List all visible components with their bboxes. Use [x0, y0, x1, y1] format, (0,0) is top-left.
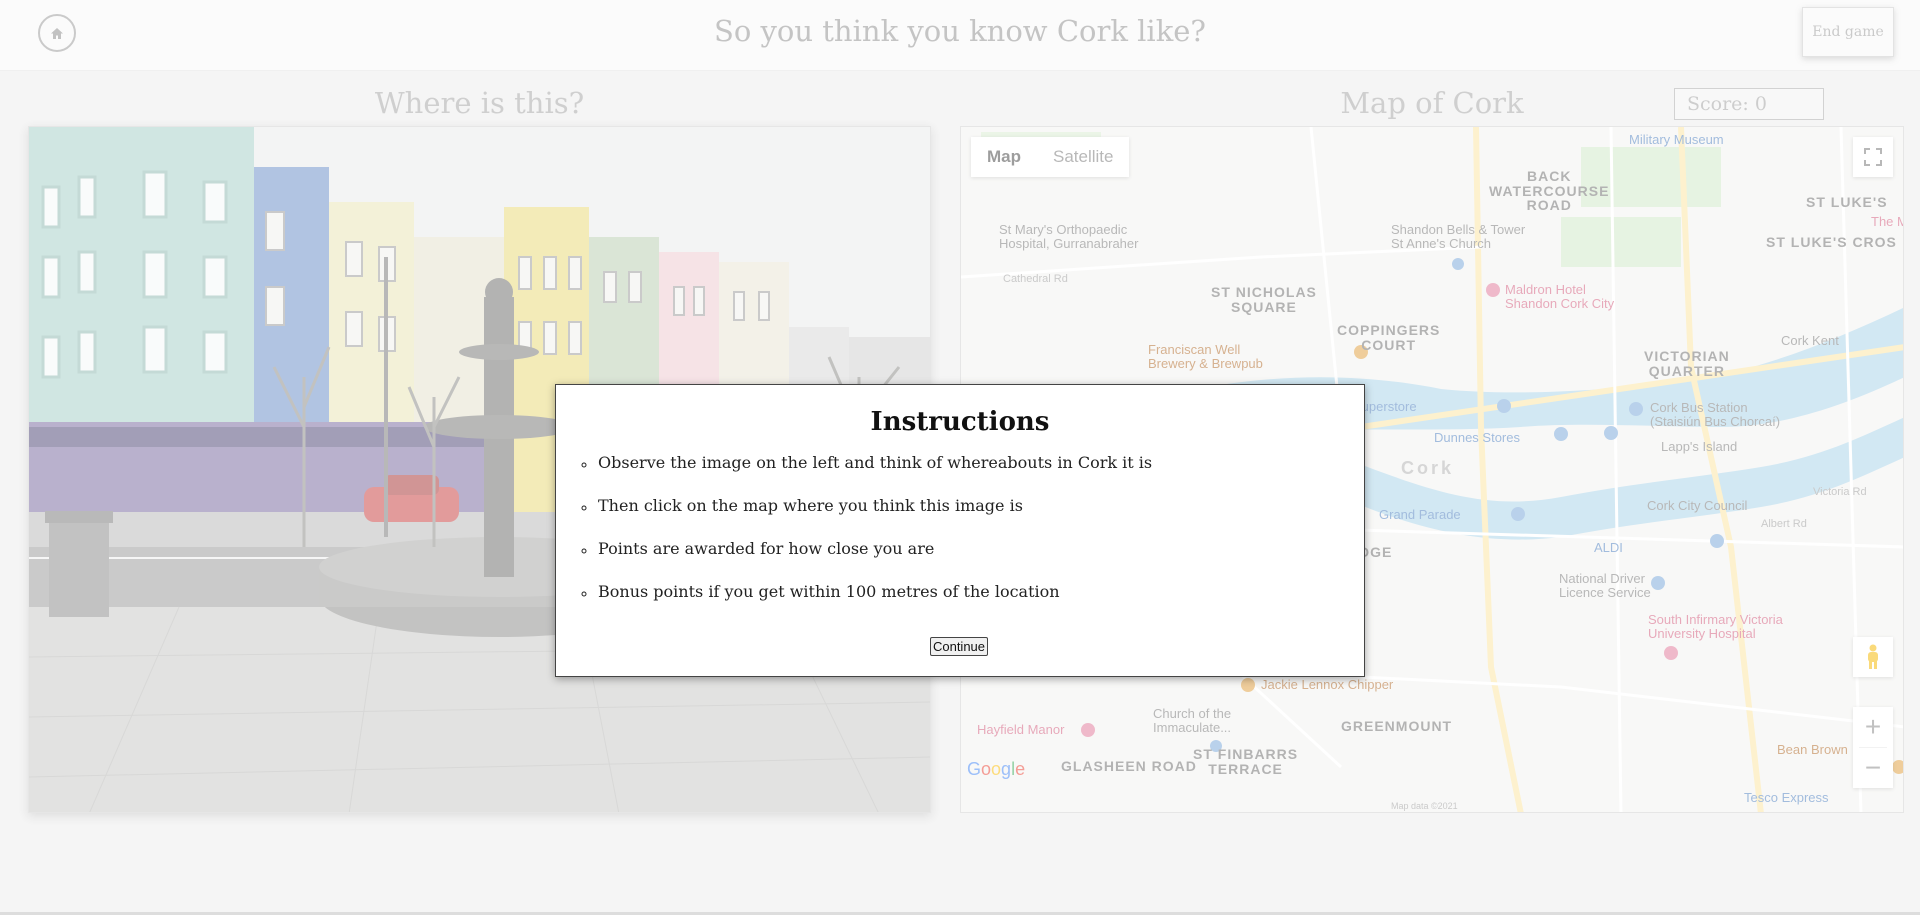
instruction-item: Then click on the map where you think th… [596, 494, 1364, 537]
instruction-item: Observe the image on the left and think … [596, 451, 1364, 494]
instructions-modal: Instructions Observe the image on the le… [555, 384, 1365, 677]
instruction-item: Bonus points if you get within 100 metre… [596, 580, 1364, 623]
modal-title: Instructions [870, 407, 1050, 437]
instructions-list: Observe the image on the left and think … [596, 451, 1364, 623]
continue-button[interactable]: Continue [930, 637, 988, 656]
instruction-item: Points are awarded for how close you are [596, 537, 1364, 580]
